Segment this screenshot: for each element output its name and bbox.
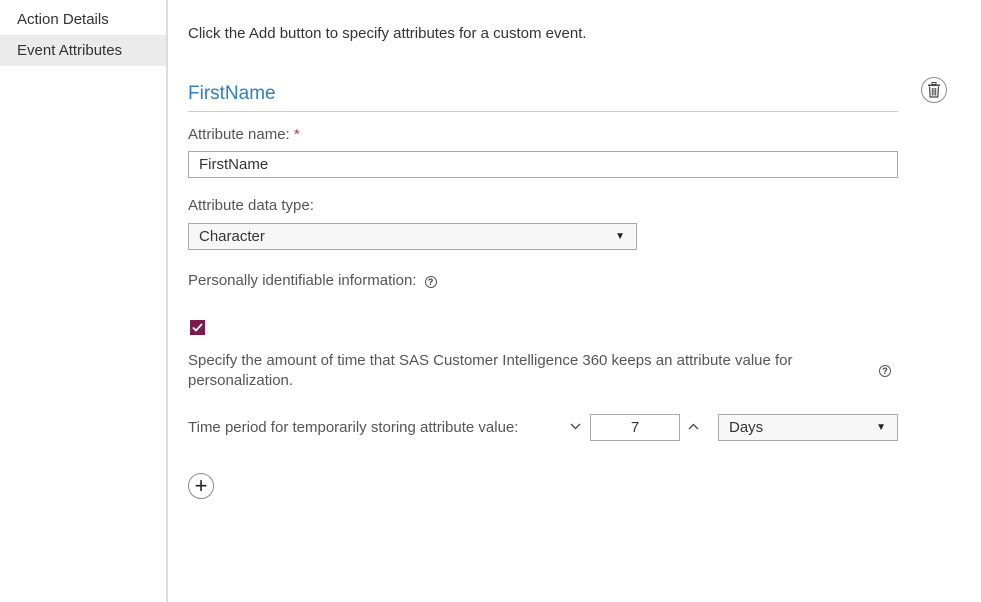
- attribute-type-value: Character: [199, 228, 265, 245]
- required-marker: *: [293, 126, 300, 143]
- attribute-name-input[interactable]: [188, 151, 898, 178]
- sidebar-nav: Action Details Event Attributes: [0, 0, 168, 602]
- period-value-input[interactable]: [590, 414, 680, 441]
- retention-description: Specify the amount of time that SAS Cust…: [188, 352, 793, 389]
- attribute-type-select[interactable]: Character ▼: [188, 223, 637, 250]
- period-label: Time period for temporarily storing attr…: [188, 419, 519, 436]
- attribute-type-label: Attribute data type:: [188, 197, 314, 214]
- decrement-button[interactable]: [567, 418, 583, 433]
- checkmark-icon: [192, 323, 203, 332]
- dropdown-caret-icon: ▼: [615, 231, 625, 242]
- attribute-name-label: Attribute name: *: [188, 126, 300, 143]
- sidebar-item-action-details[interactable]: Action Details: [0, 4, 166, 35]
- attribute-title: FirstName: [188, 83, 276, 104]
- chevron-down-icon: [570, 423, 580, 430]
- trash-icon: [928, 82, 940, 98]
- period-unit-value: Days: [729, 419, 764, 436]
- increment-button[interactable]: [685, 418, 701, 433]
- chevron-up-icon: [688, 423, 698, 430]
- period-unit-select[interactable]: Days ▼: [718, 414, 898, 441]
- help-icon[interactable]: ?: [424, 276, 437, 288]
- add-attribute-button[interactable]: +: [188, 473, 214, 499]
- sidebar-item-event-attributes[interactable]: Event Attributes: [0, 35, 166, 66]
- intro-text: Click the Add button to specify attribut…: [188, 25, 587, 42]
- delete-attribute-button[interactable]: [921, 77, 947, 103]
- retention-help-icon[interactable]: ?: [879, 365, 891, 377]
- dropdown-caret-icon: ▼: [876, 422, 886, 433]
- title-divider: [188, 111, 898, 112]
- pii-checkbox[interactable]: [190, 320, 205, 335]
- pii-label: Personally identifiable information: ?: [188, 272, 437, 289]
- plus-icon: +: [194, 473, 208, 498]
- main-panel: Click the Add button to specify attribut…: [188, 0, 968, 602]
